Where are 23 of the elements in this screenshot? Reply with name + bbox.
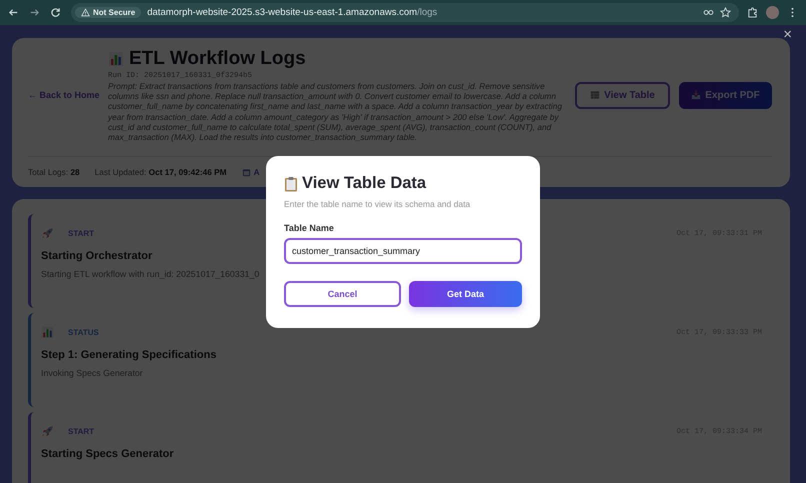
clipboard-icon xyxy=(284,176,298,192)
url-host: datamorph-website-2025.s3-website-us-east-1.amazonaws.com xyxy=(147,7,418,18)
puzzle-icon[interactable] xyxy=(747,7,758,18)
table-name-field[interactable]: customer_transaction_summary xyxy=(284,238,522,264)
reload-icon[interactable] xyxy=(50,7,61,18)
close-button[interactable]: × xyxy=(783,27,792,42)
cancel-button[interactable]: Cancel xyxy=(284,281,401,307)
page-title: ETL Workflow Logs xyxy=(129,48,306,70)
address-bar[interactable]: Not Secure datamorph-website-2025.s3-website-us-east-1.amazonaws.com/logs xyxy=(71,3,739,22)
get-data-button[interactable]: Get Data xyxy=(409,281,522,307)
modal-title: View Table Data xyxy=(302,174,426,193)
modal-subtitle: Enter the table name to view its schema and data xyxy=(284,199,472,209)
forward-icon[interactable] xyxy=(29,7,40,18)
security-badge[interactable]: Not Secure xyxy=(75,7,142,18)
log-title: Step 1: Generating Specifications xyxy=(41,349,216,362)
log-title: Starting Specs Generator xyxy=(41,448,174,460)
url-path: /logs xyxy=(417,7,438,18)
security-label: Not Secure xyxy=(93,8,136,17)
field-label: Table Name xyxy=(284,223,335,233)
back-icon[interactable] xyxy=(8,7,19,18)
warning-icon xyxy=(81,8,90,17)
log-title: Starting Orchestrator xyxy=(41,250,152,262)
star-icon[interactable] xyxy=(720,7,731,18)
